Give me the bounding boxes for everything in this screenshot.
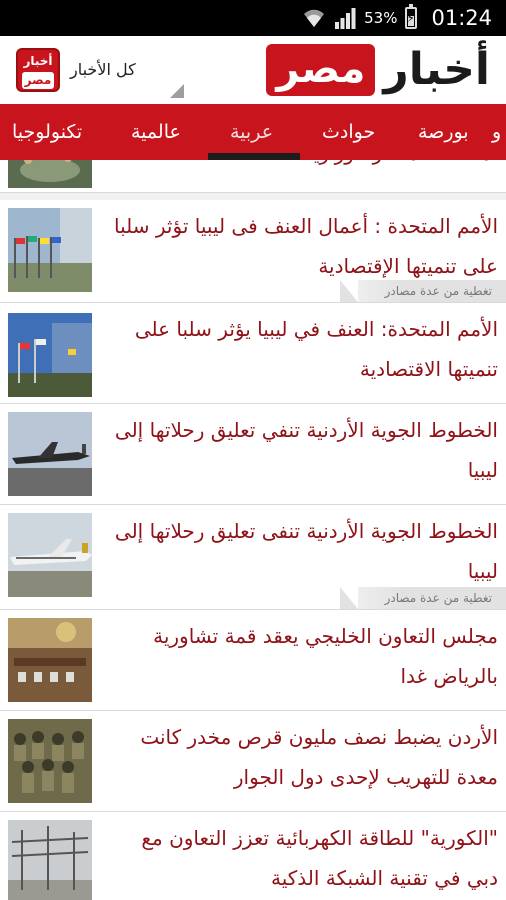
- small-logo-line2: مصر: [22, 72, 54, 89]
- list-item[interactable]: الأمم المتحدة : أعمال العنف فى ليبيا تؤث…: [0, 200, 506, 303]
- headline-line-1: "الكورية" للطاقة الكهربائية تعزز التعاون…: [141, 826, 498, 850]
- tab-accidents[interactable]: حوادث: [322, 104, 375, 160]
- article-headline: الخطوط الجوية الأردنية تنفى تعليق رحلاته…: [100, 511, 498, 591]
- headline-line-1: الأمم المتحدة : أعمال العنف فى ليبيا تؤث…: [114, 214, 498, 238]
- news-list[interactable]: لمنطقة المشتر الوزارية الأمم المتحدة : أ…: [0, 160, 506, 900]
- article-headline: الخطوط الجوية الأردنية تنفي تعليق رحلاته…: [100, 410, 498, 490]
- multi-source-coverage-label[interactable]: تغطية من عدة مصادر: [358, 587, 506, 609]
- list-item[interactable]: الخطوط الجوية الأردنية تنفى تعليق رحلاته…: [0, 505, 506, 610]
- headline-line-1: الأمم المتحدة: العنف في ليبيا يؤثر سلبا …: [134, 317, 498, 341]
- multi-source-coverage-label[interactable]: تغطية من عدة مصادر: [358, 280, 506, 302]
- article-headline: مجلس التعاون الخليجي يعقد قمة تشاورية با…: [100, 616, 498, 696]
- headline-line-1: الخطوط الجوية الأردنية تنفى تعليق رحلاته…: [114, 519, 498, 543]
- all-news-label: كل الأخبار: [70, 60, 136, 79]
- article-thumbnail: [8, 513, 92, 597]
- app-logo: مصر أخبار: [266, 42, 490, 98]
- signal-icon: [335, 8, 356, 29]
- headline-line-1: الخطوط الجوية الأردنية تنفي تعليق رحلاته…: [114, 418, 498, 442]
- tab-arab[interactable]: عربية: [230, 104, 273, 160]
- tab-partial[interactable]: و: [492, 104, 501, 160]
- small-logo-icon: أخبار مصر: [16, 48, 60, 92]
- article-thumbnail: [8, 313, 92, 397]
- headline-line-2: ليبيا: [467, 458, 498, 482]
- article-thumbnail: [8, 820, 92, 900]
- clock: 01:24: [431, 6, 492, 30]
- article-headline: "الكورية" للطاقة الكهربائية تعزز التعاون…: [100, 818, 498, 898]
- headline-line-2: معدة للتهريب لإحدى دول الجوار: [233, 765, 498, 789]
- dropdown-indicator-icon: [170, 84, 184, 98]
- headline-line-2: بالرياض غدا: [400, 664, 499, 688]
- battery-icon: ⚡: [405, 4, 418, 29]
- list-item[interactable]: الأردن يضبط نصف مليون قرص مخدر كانت معدة…: [0, 711, 506, 812]
- category-tabs: تكنولوجيا عالمية عربية حوادث بورصة و: [0, 104, 506, 160]
- logo-box-word: مصر: [266, 44, 376, 96]
- headline-line-2: دبي في تقنية الشبكة الذكية: [270, 866, 498, 890]
- article-thumbnail: [8, 160, 92, 188]
- list-item[interactable]: الخطوط الجوية الأردنية تنفي تعليق رحلاته…: [0, 404, 506, 505]
- small-logo-line1: أخبار: [23, 54, 53, 68]
- article-thumbnail: [8, 719, 92, 803]
- article-headline: لمنطقة المشتر الوزارية: [100, 160, 498, 168]
- app-header: مصر أخبار أخبار مصر كل الأخبار: [0, 36, 506, 105]
- active-tab-indicator: [208, 153, 300, 160]
- headline-line-2: تنميتها الاقتصادية: [359, 357, 498, 381]
- headline-line-2: ليبيا: [467, 559, 498, 583]
- article-thumbnail: [8, 208, 92, 292]
- all-news-dropdown[interactable]: أخبار مصر كل الأخبار: [6, 42, 184, 100]
- headline-line-1: مجلس التعاون الخليجي يعقد قمة تشاورية: [153, 624, 498, 648]
- status-bar: 53% ⚡ 01:24: [0, 0, 506, 36]
- tab-world[interactable]: عالمية: [131, 104, 181, 160]
- article-thumbnail: [8, 412, 92, 496]
- tab-technology[interactable]: تكنولوجيا: [12, 104, 82, 160]
- article-thumbnail: [8, 618, 92, 702]
- article-headline: الأردن يضبط نصف مليون قرص مخدر كانت معدة…: [100, 717, 498, 797]
- list-item[interactable]: مجلس التعاون الخليجي يعقد قمة تشاورية با…: [0, 610, 506, 711]
- headline-line-1: الأردن يضبط نصف مليون قرص مخدر كانت: [140, 725, 498, 749]
- list-item[interactable]: "الكورية" للطاقة الكهربائية تعزز التعاون…: [0, 812, 506, 900]
- list-item[interactable]: لمنطقة المشتر الوزارية: [0, 160, 506, 193]
- battery-percent: 53%: [364, 9, 398, 27]
- list-item[interactable]: الأمم المتحدة: العنف في ليبيا يؤثر سلبا …: [0, 303, 506, 404]
- wifi-icon: [304, 9, 325, 28]
- logo-word: أخبار: [383, 44, 490, 95]
- coverage-tab-corner: [340, 587, 358, 609]
- coverage-tab-corner: [340, 280, 358, 302]
- tab-stock-exchange[interactable]: بورصة: [418, 104, 469, 160]
- article-headline: الأمم المتحدة: العنف في ليبيا يؤثر سلبا …: [100, 309, 498, 389]
- article-headline: الأمم المتحدة : أعمال العنف فى ليبيا تؤث…: [100, 206, 498, 286]
